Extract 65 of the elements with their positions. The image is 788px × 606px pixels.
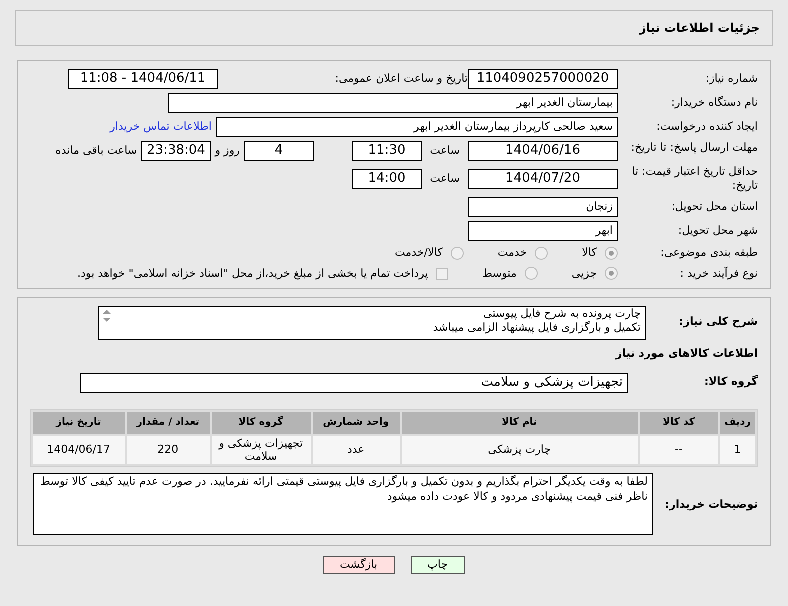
table-cell: عدد	[312, 436, 400, 464]
radio-label: خدمت	[498, 245, 528, 261]
section-heading: اطلاعات کالاهای مورد نیاز	[616, 346, 758, 362]
table-cell: --	[640, 436, 718, 464]
column-header: گروه کالا	[212, 412, 310, 434]
field-label: نام دستگاه خریدار:	[670, 96, 758, 110]
field-value: 1404/06/16	[468, 141, 618, 161]
radio-label: کالا	[582, 245, 597, 261]
field-value: زنجان	[468, 197, 618, 217]
field-label: تاریخ و ساعت اعلان عمومی:	[334, 72, 468, 86]
field-label: مهلت ارسال پاسخ: تا تاریخ:	[630, 141, 758, 155]
field-label: حداقل تاریخ اعتبار قیمت: تا تاریخ:	[631, 165, 758, 193]
scroll-arrows-icon	[102, 309, 112, 323]
page-title: جزئیات اطلاعات نیاز	[639, 20, 760, 37]
radio-button[interactable]	[524, 267, 538, 280]
table-cell: 1404/06/17	[33, 436, 125, 464]
field-label: استان محل تحویل:	[670, 200, 758, 214]
column-header: ردیف	[720, 412, 755, 434]
radio-button[interactable]	[605, 246, 618, 260]
field-value: 11:30	[352, 141, 422, 161]
radio-button[interactable]	[605, 267, 618, 280]
field-value: تجهیزات پزشکی و سلامت	[80, 372, 628, 392]
table-cell: چارت پزشکی	[402, 436, 638, 464]
field-label: شرح کلی نیاز:	[678, 314, 758, 330]
contact-link[interactable]: اطلاعات تماس خریدار	[110, 118, 212, 136]
notes-box: لطفا به وقت یکدیگر احترام بگذاریم و بدون تکمیل و بارگزاری فایل پیوستی قیمتی ارائه نفرمایید. در صورت عدم تایید کیفی کالا توسط ناظر فنی قیمت پیشنهادی مردود و کالا عودت داده میشود	[33, 472, 653, 534]
field-label: شماره نیاز:	[704, 72, 758, 86]
table-cell: تجهیزات پزشکی و سلامت	[212, 436, 310, 464]
radio-label: جزیی	[572, 266, 597, 282]
radio-label: کالا/خدمت	[395, 245, 443, 261]
checkbox-label: پرداخت تمام یا بخشی از مبلغ خرید،از محل "اسناد خزانه اسلامی" خواهد بود.	[78, 266, 428, 282]
field-value: بیمارستان الغدیر ابهر	[168, 93, 618, 113]
column-header: نام کالا	[402, 412, 638, 434]
print-button[interactable]: چاپ	[410, 556, 466, 574]
days-label: روز و	[215, 142, 240, 159]
time-label: ساعت	[430, 170, 460, 187]
radio-button[interactable]	[535, 246, 548, 260]
column-header: تعداد / مقدار	[126, 412, 210, 434]
description-line: تکمیل و بارگزاری فایل پیشنهاد الزامی میباشد	[433, 321, 641, 335]
table-cell: 1	[720, 436, 755, 464]
back-button[interactable]: بازگشت	[322, 556, 395, 574]
field-value: 1404/06/11 - 11:08	[68, 69, 218, 89]
field-value: 1404/07/20	[468, 169, 618, 189]
field-value: ابهر	[468, 221, 618, 241]
field-label: شهر محل تحویل:	[677, 224, 758, 238]
field-value: 1104090257000020	[468, 69, 618, 89]
column-header: تاریخ نیاز	[33, 412, 125, 434]
column-header: کد کالا	[640, 412, 718, 434]
column-header: واحد شمارش	[312, 412, 400, 434]
time-label: ساعت	[430, 142, 460, 159]
field-label: گروه کالا:	[703, 374, 758, 390]
field-label: نوع فرآیند خرید :	[679, 266, 758, 281]
radio-button[interactable]	[450, 246, 464, 260]
table-cell: 220	[126, 436, 210, 464]
field-value: 4	[244, 141, 314, 161]
remaining-label: ساعت باقی مانده	[56, 142, 138, 159]
field-label: طبقه بندی موضوعی:	[660, 246, 758, 260]
checkbox[interactable]	[436, 268, 448, 280]
field-label: توضیحات خریدار:	[664, 496, 758, 513]
radio-label: متوسط	[482, 266, 517, 282]
remaining-time: 23:38:04	[141, 141, 212, 161]
field-label: ایجاد کننده درخواست:	[656, 120, 758, 134]
field-value: سعید صالحی کارپرداز بیمارستان الغدیر ابهر	[216, 117, 618, 137]
field-value: 14:00	[352, 169, 422, 189]
description-line: چارت پرونده به شرح فایل پیوستی	[484, 307, 641, 321]
